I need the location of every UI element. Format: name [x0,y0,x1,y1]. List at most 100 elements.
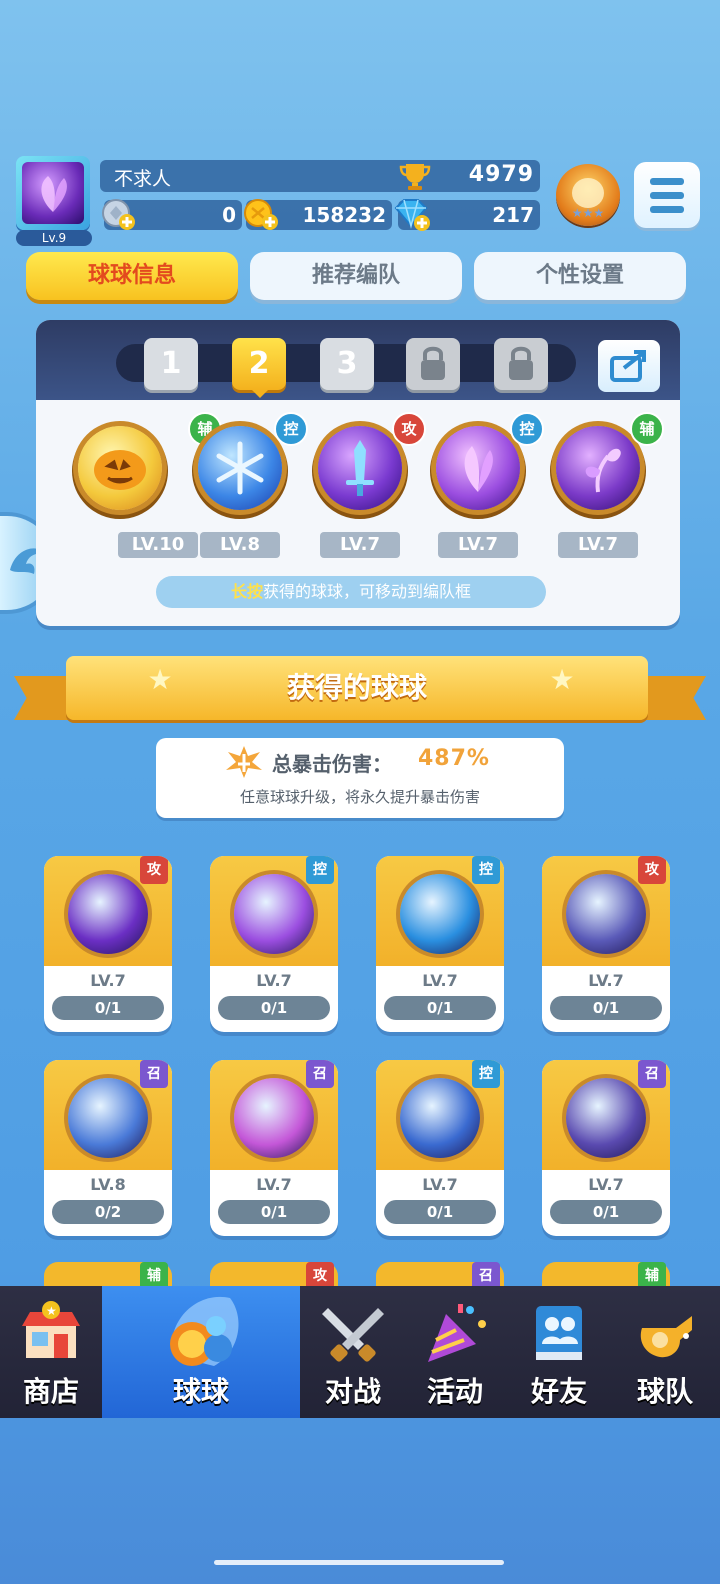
team-slot-5-locked[interactable] [494,338,548,390]
card-level: LV.7 [256,971,292,990]
coins-value: 158232 [302,203,387,227]
nav-friends-label: 好友 [530,1375,587,1408]
card-role-tag: 控 [472,1060,500,1088]
team-panel: 1 2 3 辅 LV.10 控 LV.8 攻 LV.7 控 LV.7 辅 LV.… [36,320,680,626]
nav-shop[interactable]: ★ 商店 [0,1286,102,1418]
card-progress: 0/1 [52,996,164,1020]
nav-battle[interactable]: 对战 [302,1286,404,1418]
team-ball-2[interactable] [198,426,282,510]
ball-card[interactable]: 攻 LV.7 0/1 [44,856,172,1032]
team-slot-header: 1 2 3 [36,320,680,400]
team-slot-3[interactable]: 3 [320,338,374,390]
party-popper-icon [428,1304,486,1362]
rank-stars-icon: ★★★ [571,206,605,220]
card-progress: 0/1 [550,996,662,1020]
card-role-tag: 召 [140,1060,168,1088]
svg-text:★: ★ [46,1304,57,1318]
team-ball-5-level: LV.7 [558,532,638,558]
nav-team[interactable]: 球队 [610,1286,720,1418]
team-slot-4-locked[interactable] [406,338,460,390]
card-progress: 0/1 [550,1200,662,1224]
sword-ball-icon [346,440,374,496]
sprout-ball-icon [585,448,621,493]
card-level: LV.7 [588,1175,624,1194]
whistle-icon [640,1316,692,1358]
lock-icon [421,346,445,380]
clock-ball-icon [400,1078,480,1158]
team-ball-1-level: LV.10 [118,532,198,558]
team-ball-3[interactable] [318,426,402,510]
ball-card[interactable]: 召 LV.8 0/2 [44,1060,172,1236]
ghost-ball-icon [566,1078,646,1158]
long-press-hint: 长按获得的球球，可移动到编队框 [156,576,546,608]
card-progress: 0/1 [218,1200,330,1224]
ball-card[interactable]: 召 LV.7 0/1 [542,1060,670,1236]
ball-card[interactable]: 攻 LV.7 0/1 [542,856,670,1032]
player-avatar[interactable] [16,156,90,230]
butterfly-ball-icon [234,874,314,954]
crit-description: 任意球球升级，将永久提升暴击伤害 [239,788,480,806]
block-ball-icon [566,874,646,954]
tornado-ball-icon [68,1078,148,1158]
hint-highlight: 长按 [230,582,263,601]
share-button[interactable] [598,340,660,392]
team-ball-4[interactable] [436,426,520,510]
player-name-bar: 不求人 4979 [100,160,540,192]
team-slot-2[interactable]: 2 [232,338,286,390]
stamina-bar: 0 [102,199,242,230]
pumpkin-ball-icon [94,450,146,490]
ball-card[interactable]: 控 LV.7 0/1 [376,1060,504,1236]
card-progress: 0/1 [384,1200,496,1224]
team-ball-1[interactable] [78,426,162,510]
coin-plus-icon[interactable] [242,198,280,232]
card-role-tag: 召 [306,1060,334,1088]
crit-burst-icon [226,746,262,778]
rank-badge-icon[interactable]: ★★★ [556,164,620,226]
bottom-nav: ★ 商店 球球 对战 活动 好友 球队 [0,1286,720,1418]
team-ball-5[interactable] [556,426,640,510]
card-role-tag: 攻 [638,856,666,884]
card-role-tag: 控 [306,856,334,884]
team-ball-2-role: 控 [274,412,308,446]
team-ball-4-level: LV.7 [438,532,518,558]
nav-battle-label: 对战 [324,1375,381,1408]
card-progress: 0/1 [384,996,496,1020]
ball-card[interactable]: 召 LV.7 0/1 [210,1060,338,1236]
gem-plus-icon[interactable] [392,198,432,232]
menu-icon [650,178,684,185]
home-indicator[interactable] [214,1560,504,1565]
tab-ball-info[interactable]: 球球信息 [26,252,238,300]
team-ball-5-role: 辅 [630,412,664,446]
card-level: LV.7 [588,971,624,990]
player-level: Lv.9 [16,230,92,246]
friends-book-icon [536,1306,582,1360]
card-role-tag: 召 [638,1060,666,1088]
card-role-tag: 攻 [140,856,168,884]
card-progress: 0/2 [52,1200,164,1224]
crit-value: 487% [418,746,490,771]
gems-bar: 217 [394,199,540,231]
team-ball-3-level: LV.7 [320,532,400,558]
ball-card[interactable]: 控 LV.7 0/1 [376,856,504,1032]
lock-icon [509,346,533,380]
player-name: 不求人 [114,168,172,190]
coins-bar: 158232 [244,199,392,230]
gems-value: 217 [492,203,534,227]
swords-icon [322,1308,384,1362]
nav-balls[interactable]: 球球 [102,1286,300,1418]
stamina-plus-icon[interactable] [100,198,136,232]
tab-recommended-team[interactable]: 推荐编队 [250,252,462,300]
team-ball-3-role: 攻 [392,412,426,446]
owned-balls-banner: ★ 获得的球球 ★ [66,656,648,720]
mushroom-ball-icon [234,1078,314,1158]
tab-personal-settings[interactable]: 个性设置 [474,252,686,300]
menu-button[interactable] [634,162,700,228]
nav-friends[interactable]: 好友 [508,1286,610,1418]
wave-ball-icon [400,874,480,954]
butterfly-icon [41,176,67,212]
team-slot-1[interactable]: 1 [144,338,198,390]
crit-damage-box: 总暴击伤害： 487% 任意球球升级，将永久提升暴击伤害 [156,738,564,818]
nav-events[interactable]: 活动 [404,1286,506,1418]
ball-card[interactable]: 控 LV.7 0/1 [210,856,338,1032]
snowflake-ball-icon [216,441,264,495]
